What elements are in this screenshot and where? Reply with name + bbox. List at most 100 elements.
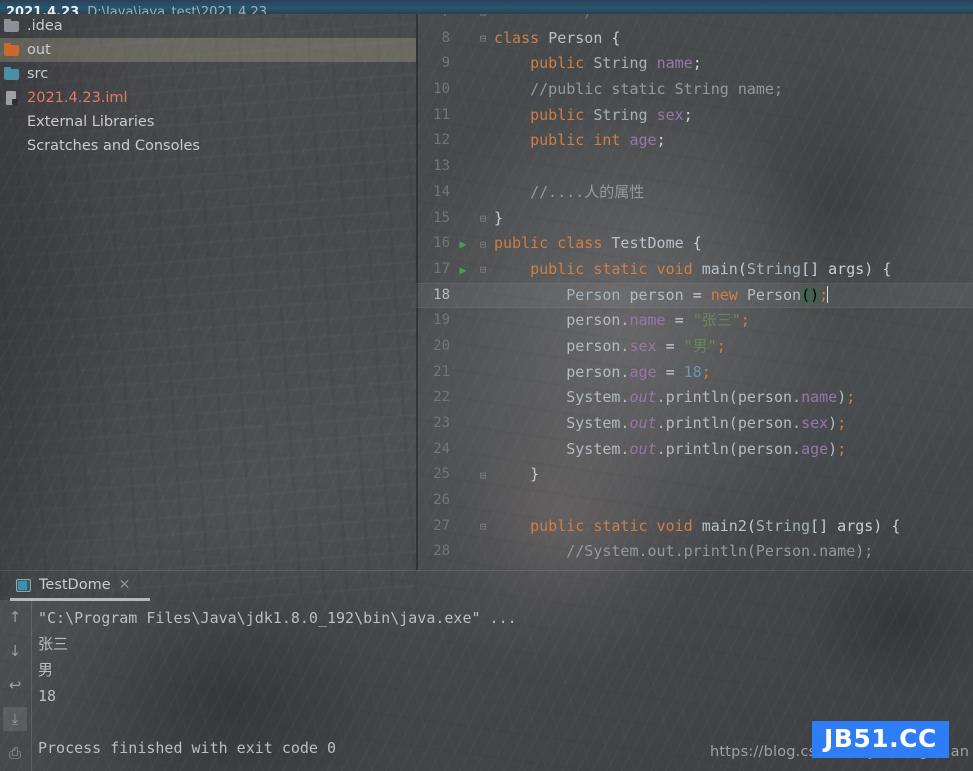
line-number: 15 xyxy=(433,209,450,226)
line-number: 12 xyxy=(433,132,450,149)
tree-item-no-icon xyxy=(4,114,20,130)
up-arrow-icon[interactable]: ↑ xyxy=(3,605,27,629)
code-text: //....人的属性 xyxy=(494,182,645,201)
line-number: 9 xyxy=(441,55,450,72)
code-editor[interactable]: 7⊟ */8⊟class Person {9 public String nam… xyxy=(416,0,973,570)
code-line[interactable]: 8 ⊟ class Person { xyxy=(416,26,973,52)
code-text: public class TestDome { xyxy=(494,234,702,253)
code-text: person.sex = "男"; xyxy=(494,336,726,355)
code-line[interactable]: 28 //System.out.println(Person.name); xyxy=(416,539,973,565)
code-fold-icon[interactable]: ⊟ xyxy=(472,264,494,275)
code-line[interactable]: 20 person.sex = "男"; xyxy=(416,334,973,360)
code-line[interactable]: 19 person.name = "张三"; xyxy=(416,308,973,334)
code-line[interactable]: 26 xyxy=(416,488,973,514)
code-line[interactable]: 24 System.out.println(person.age); xyxy=(416,437,973,463)
jb51-badge-watermark: JB51.CC xyxy=(812,721,949,758)
code-fold-icon[interactable]: ⊟ xyxy=(472,213,494,224)
code-text: } xyxy=(494,208,504,227)
code-line[interactable]: 25 ⊟ } xyxy=(416,462,973,488)
line-number: 20 xyxy=(433,337,450,354)
code-text: } xyxy=(494,465,540,484)
run-gutter-icon[interactable]: ▶ xyxy=(454,264,472,276)
code-text: person.name = "张三"; xyxy=(494,311,750,330)
print-icon[interactable]: ⎙ xyxy=(3,741,27,765)
code-line[interactable]: 22 System.out.println(person.name); xyxy=(416,385,973,411)
line-number: 27 xyxy=(433,517,450,534)
line-number: 13 xyxy=(433,158,450,175)
code-text: public static void main(String[] args) { xyxy=(530,259,892,278)
code-line[interactable]: 14 //....人的属性 xyxy=(416,180,973,206)
line-number: 28 xyxy=(433,543,450,560)
code-fold-icon[interactable]: ⊟ xyxy=(472,521,494,532)
console-output-line: 男 xyxy=(38,661,54,679)
project-tree-panel[interactable]: .idea out src 2021.4.23.iml External Librari… xyxy=(0,14,416,570)
code-line[interactable]: 21 person.age = 18; xyxy=(416,360,973,386)
tree-item-out[interactable]: out xyxy=(0,38,416,62)
code-text: person.age = 18; xyxy=(494,362,711,381)
line-number: 10 xyxy=(433,81,450,98)
project-path: D:\Java\java_test\2021.4.23 xyxy=(87,5,268,14)
code-text: System.out.println(person.name); xyxy=(494,388,856,407)
tree-item-label: External Libraries xyxy=(27,114,155,130)
console-output-line: "C:\Program Files\Java\jdk1.8.0_192\bin\… xyxy=(38,609,517,627)
tree-item-label: Scratches and Consoles xyxy=(27,138,200,154)
code-line[interactable]: 13 xyxy=(416,154,973,180)
close-icon[interactable]: ✕ xyxy=(119,578,131,592)
tree-item-external-libraries[interactable]: External Libraries xyxy=(0,110,416,134)
line-number: 21 xyxy=(433,363,450,380)
code-text: public static void main2(String[] args) … xyxy=(530,516,901,535)
code-text: public String sex; xyxy=(530,105,693,124)
console-tab-testdome[interactable]: TestDome ✕ xyxy=(10,572,136,598)
tree-item-label: src xyxy=(27,66,49,82)
tree-item-label: 2021.4.23.iml xyxy=(27,90,128,106)
run-console-icon xyxy=(16,578,31,592)
tree-item-no-icon xyxy=(4,138,20,154)
code-fold-icon[interactable]: ⊟ xyxy=(472,470,494,481)
code-line[interactable]: 12 public int age; xyxy=(416,128,973,154)
tree-item-2021-4-23-iml[interactable]: 2021.4.23.iml xyxy=(0,86,416,110)
run-gutter-icon[interactable]: ▶ xyxy=(454,238,472,250)
folder-icon xyxy=(4,42,20,58)
code-text: public String name; xyxy=(530,54,702,73)
scroll-to-end-icon[interactable]: ⤓ xyxy=(3,707,27,731)
code-fold-icon[interactable]: ⊟ xyxy=(472,239,494,250)
tree-item-src[interactable]: src xyxy=(0,62,416,86)
code-lines-container[interactable]: 7⊟ */8⊟class Person {9 public String nam… xyxy=(416,0,973,565)
code-text: //System.out.println(Person.name); xyxy=(494,542,874,561)
line-number: 16 xyxy=(433,235,450,252)
code-text: Person person = new Person(); xyxy=(566,285,829,304)
line-number: 17 xyxy=(433,260,450,277)
console-output-line: 张三 xyxy=(38,635,69,653)
code-text: System.out.println(person.age); xyxy=(494,439,847,458)
code-line[interactable]: 17 ▶ ⊟ public static void main(String[] ar… xyxy=(416,257,973,283)
console-tab-bar[interactable]: TestDome ✕ xyxy=(0,571,973,599)
code-text: public int age; xyxy=(530,131,666,150)
text-caret xyxy=(827,285,829,303)
line-number: 22 xyxy=(433,389,450,406)
code-line[interactable]: 18 Person person = new Person(); xyxy=(416,282,973,309)
console-toolbar-divider xyxy=(31,599,32,771)
code-line[interactable]: 9 public String name; xyxy=(416,51,973,77)
code-text: System.out.println(person.sex); xyxy=(494,414,847,432)
line-number: 26 xyxy=(433,492,450,509)
code-line[interactable]: 27 ⊟ public static void main2(String[] ar… xyxy=(416,514,973,540)
code-text: class Person { xyxy=(494,28,621,47)
code-line[interactable]: 23 System.out.println(person.sex); xyxy=(416,411,973,437)
down-arrow-icon[interactable]: ↓ xyxy=(3,639,27,663)
soft-wrap-icon[interactable]: ↩ xyxy=(3,673,27,697)
console-output-line: 18 xyxy=(38,687,57,705)
line-number: 24 xyxy=(433,440,450,457)
tree-item-idea[interactable]: .idea xyxy=(0,14,416,38)
code-fold-icon[interactable]: ⊟ xyxy=(472,33,494,44)
console-toolbar[interactable]: ↑ ↓ ↩ ⤓ ⎙ xyxy=(0,599,30,771)
code-line[interactable]: 10 //public static String name; xyxy=(416,77,973,103)
folder-icon xyxy=(4,18,20,34)
title-bar: 2021.4.23 D:\Java\java_test\2021.4.23 xyxy=(0,0,973,14)
code-line[interactable]: 16 ▶ ⊟ public class TestDome { xyxy=(416,231,973,257)
tree-item-scratches-and-consoles[interactable]: Scratches and Consoles xyxy=(0,134,416,158)
project-name: 2021.4.23 xyxy=(6,5,80,14)
code-line[interactable]: 15 ⊟} xyxy=(416,206,973,232)
line-number: 25 xyxy=(433,466,450,483)
code-line[interactable]: 11 public String sex; xyxy=(416,103,973,129)
line-number: 18 xyxy=(433,286,450,303)
